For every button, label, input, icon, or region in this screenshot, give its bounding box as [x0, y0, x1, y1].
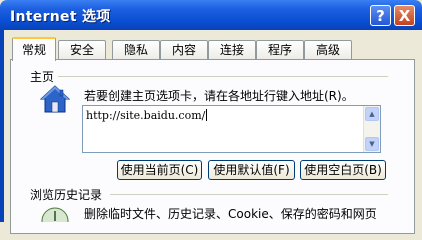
- window-frame-edge: [0, 30, 4, 222]
- scroll-down-arrow-icon[interactable]: ▼: [365, 137, 379, 151]
- homepage-instruction: 若要创建主页选项卡，请在各地址行键入地址(R)。: [84, 89, 354, 103]
- use-default-button[interactable]: 使用默认值(F): [208, 160, 295, 180]
- history-icon: [41, 207, 69, 222]
- tab-advanced[interactable]: 高级: [304, 40, 352, 60]
- tab-programs[interactable]: 程序: [256, 40, 304, 60]
- help-button[interactable]: ?: [370, 5, 391, 26]
- tab-privacy[interactable]: 隐私: [112, 40, 160, 60]
- title-bar[interactable]: Internet 选项 ? X: [0, 0, 422, 30]
- tab-connections[interactable]: 连接: [208, 40, 256, 60]
- homepage-url-input[interactable]: http://site.baidu.com/ ▲ ▼: [82, 105, 381, 153]
- tab-content[interactable]: 内容: [160, 40, 208, 60]
- history-description: 删除临时文件、历史记录、Cookie、保存的密码和网页: [84, 207, 377, 221]
- homepage-group-title: 主页: [30, 70, 55, 84]
- homepage-url-value: http://site.baidu.com/: [86, 109, 206, 122]
- close-button[interactable]: X: [394, 5, 415, 26]
- scroll-up-arrow-icon[interactable]: ▲: [365, 107, 379, 121]
- text-caret: [206, 109, 208, 121]
- url-scrollbar[interactable]: ▲ ▼: [363, 106, 380, 152]
- use-blank-button[interactable]: 使用空白页(B): [300, 160, 386, 180]
- house-icon: [40, 85, 70, 113]
- window-title: Internet 选项: [10, 9, 111, 25]
- history-group-title: 浏览历史记录: [30, 188, 103, 202]
- homepage-group-divider: [58, 76, 388, 77]
- use-current-button[interactable]: 使用当前页(C): [117, 160, 202, 180]
- history-group-divider: [110, 194, 388, 195]
- tab-security[interactable]: 安全: [58, 40, 106, 60]
- tab-general[interactable]: 常规: [12, 37, 56, 61]
